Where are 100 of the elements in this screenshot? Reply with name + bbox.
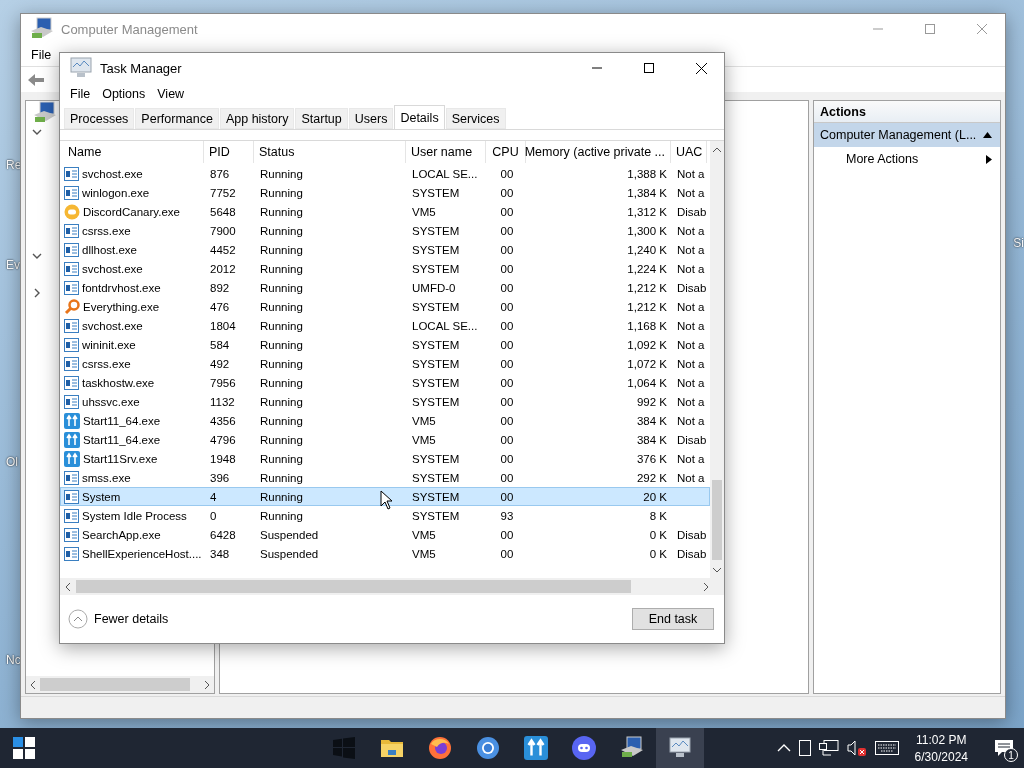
process-name: dllhost.exe xyxy=(81,243,138,256)
process-row[interactable]: Everything.exe 476 Running SYSTEM 00 1,212 K Not a xyxy=(60,297,710,316)
table-cell-text: 384 K xyxy=(635,414,668,427)
table-cell-text: Running xyxy=(259,281,304,294)
window-icon xyxy=(64,242,79,257)
scrollbar-thumb[interactable] xyxy=(712,480,722,560)
process-row[interactable]: Start11_64.exe 4796 Running VM5 00 384 K Disab xyxy=(60,430,710,449)
column-header[interactable]: Name xyxy=(60,141,204,163)
process-name: System xyxy=(81,490,122,503)
menu-item[interactable]: File xyxy=(64,85,97,103)
process-row[interactable]: DiscordCanary.exe 5648 Running VM5 00 1,312 K Disab xyxy=(60,202,710,221)
table-cell-text: 4796 xyxy=(209,433,237,446)
tab[interactable]: Processes xyxy=(64,108,135,129)
window-icon xyxy=(64,185,79,200)
table-cell-text: Disab xyxy=(676,281,707,294)
vertical-scrollbar[interactable] xyxy=(710,141,724,578)
horizontal-scrollbar[interactable] xyxy=(26,676,214,693)
process-name: Everything.exe xyxy=(82,300,161,313)
window-icon xyxy=(64,489,79,504)
process-row[interactable]: wininit.exe 584 Running SYSTEM 00 1,092 K Not a xyxy=(60,335,710,354)
table-cell-text: Disab xyxy=(676,433,707,446)
end-task-button[interactable]: End task xyxy=(632,608,714,630)
table-cell-text: 00 xyxy=(499,224,515,237)
scrollbar-thumb[interactable] xyxy=(76,580,631,593)
table-cell-text: SYSTEM xyxy=(411,224,461,237)
tab[interactable]: Performance xyxy=(135,108,219,129)
windows-logo-icon xyxy=(13,737,35,759)
table-cell-text: Running xyxy=(259,262,304,275)
scrollbar-thumb[interactable] xyxy=(40,678,190,691)
process-name: Start11_64.exe xyxy=(82,414,162,427)
column-header[interactable]: Memory (active private ... xyxy=(526,141,671,163)
process-name: DiscordCanary.exe xyxy=(82,205,181,218)
computer-icon xyxy=(619,736,645,760)
process-row[interactable]: taskhostw.exe 7956 Running SYSTEM 00 1,064 K Not a xyxy=(60,373,710,392)
close-icon xyxy=(695,62,707,74)
process-row[interactable]: svchost.exe 876 Running LOCAL SE... 00 1,388 K Not a xyxy=(60,164,710,183)
process-row[interactable]: csrss.exe 7900 Running SYSTEM 00 1,300 K Not a xyxy=(60,221,710,240)
process-row[interactable]: fontdrvhost.exe 892 Running UMFD-0 00 1,212 K Disab xyxy=(60,278,710,297)
tablet-icon[interactable] xyxy=(798,740,811,756)
tab[interactable]: Users xyxy=(348,108,394,129)
network-icon[interactable] xyxy=(818,740,839,756)
table-cell-text: Running xyxy=(259,243,304,256)
column-header[interactable]: PID xyxy=(204,141,254,163)
desktop-icon-label: Re xyxy=(6,158,22,172)
table-cell-text: 892 xyxy=(209,281,231,294)
tab[interactable]: Startup xyxy=(295,108,348,129)
fewer-details-button[interactable]: Fewer details xyxy=(68,609,169,629)
column-header[interactable]: Status xyxy=(254,141,406,163)
tab[interactable]: Details xyxy=(394,105,445,129)
action-item[interactable]: More Actions xyxy=(814,147,1000,171)
menu-item[interactable]: View xyxy=(151,85,191,103)
process-row[interactable]: System 4 Running SYSTEM 00 20 K xyxy=(60,487,710,506)
tab[interactable]: App history xyxy=(219,108,295,129)
process-name: winlogon.exe xyxy=(81,186,151,199)
table-cell-text: Running xyxy=(259,452,304,465)
process-row[interactable]: svchost.exe 2012 Running SYSTEM 00 1,224 K Not a xyxy=(60,259,710,278)
keyboard-icon[interactable] xyxy=(874,741,899,755)
table-cell-text: 4356 xyxy=(209,414,237,427)
maximize-icon xyxy=(925,24,935,34)
column-header[interactable]: User name xyxy=(406,141,486,163)
table-cell-text: 1,388 K xyxy=(626,167,668,180)
process-row[interactable]: uhssvc.exe 1132 Running SYSTEM 00 992 K Not a xyxy=(60,392,710,411)
column-header[interactable]: UAC xyxy=(671,141,707,163)
chevron-up-icon[interactable] xyxy=(776,743,791,753)
back-arrow-icon[interactable] xyxy=(27,72,45,87)
table-cell-text: Disab xyxy=(676,528,707,541)
process-row[interactable]: SearchApp.exe 6428 Suspended VM5 00 0 K Disab xyxy=(60,525,710,544)
table-cell-text: Running xyxy=(259,509,304,522)
menu-item[interactable]: File xyxy=(25,46,58,64)
process-row[interactable]: svchost.exe 1804 Running LOCAL SE... 00 1,168 K Not a xyxy=(60,316,710,335)
table-cell-text: 1,300 K xyxy=(626,224,668,237)
process-name: csrss.exe xyxy=(81,357,132,370)
arrows-icon xyxy=(64,412,80,429)
menu-item[interactable]: Options xyxy=(96,85,152,103)
taskbar-app-button[interactable] xyxy=(656,728,704,768)
tab[interactable]: Services xyxy=(445,108,506,129)
actions-group[interactable]: Computer Management (L... xyxy=(814,123,1000,147)
process-row[interactable]: winlogon.exe 7752 Running SYSTEM 00 1,384 K Not a xyxy=(60,183,710,202)
process-row[interactable]: System Idle Process 0 Running SYSTEM 93 8 K xyxy=(60,506,710,525)
process-row[interactable]: Start11_64.exe 4356 Running VM5 00 384 K Not a xyxy=(60,411,710,430)
process-row[interactable]: Start11Srv.exe 1948 Running SYSTEM 00 376 K Not a xyxy=(60,449,710,468)
table-cell-text: Not a xyxy=(676,414,705,427)
column-header[interactable]: CPU xyxy=(486,141,526,163)
table-cell-text: 00 xyxy=(499,186,515,199)
process-row[interactable]: smss.exe 396 Running SYSTEM 00 292 K Not a xyxy=(60,468,710,487)
process-row[interactable]: csrss.exe 492 Running SYSTEM 00 1,072 K Not a xyxy=(60,354,710,373)
process-row[interactable]: ShellExperienceHost.... 348 Suspended VM5 00 0 K Disab xyxy=(60,544,710,563)
table-cell-text: 00 xyxy=(499,357,515,370)
speaker-muted-icon[interactable] xyxy=(846,740,867,756)
notifications-button[interactable]: 1 xyxy=(984,728,1024,768)
desktop-icon-label: Si xyxy=(1013,236,1024,250)
clock-date: 6/30/2024 xyxy=(914,749,968,764)
horizontal-scrollbar[interactable] xyxy=(60,578,724,595)
table-cell-text: 2012 xyxy=(209,262,237,275)
table-cell-text: Running xyxy=(259,224,304,237)
process-name: svchost.exe xyxy=(81,262,144,275)
table-cell-text: Not a xyxy=(676,300,705,313)
firefox-icon xyxy=(428,736,452,760)
process-row[interactable]: dllhost.exe 4452 Running SYSTEM 00 1,240 K Not a xyxy=(60,240,710,259)
clock[interactable]: 11:02 PM 6/30/2024 xyxy=(906,732,976,764)
